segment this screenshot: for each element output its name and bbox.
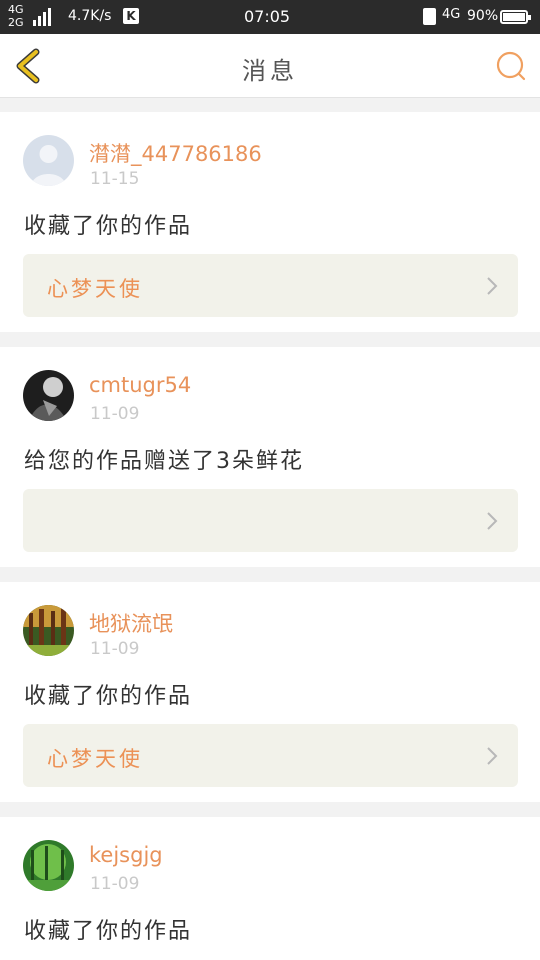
date: 11-15 xyxy=(90,169,140,189)
chevron-right-icon xyxy=(487,277,498,295)
username[interactable]: kejsgjg xyxy=(89,843,163,867)
notification-card: 潸潸_447786186 11-15 收藏了你的作品 心梦天使 xyxy=(0,112,540,332)
message-text: 收藏了你的作品 xyxy=(24,684,193,709)
username[interactable]: 地狱流氓 xyxy=(89,608,173,638)
notification-card: kejsgjg 11-09 收藏了你的作品 xyxy=(0,817,540,960)
network-indicator: 4G 2G xyxy=(8,3,24,29)
search-button[interactable] xyxy=(494,49,528,83)
avatar[interactable] xyxy=(23,605,74,656)
work-title: 心梦天使 xyxy=(47,747,143,771)
date: 11-09 xyxy=(90,874,140,894)
username[interactable]: cmtugr54 xyxy=(89,373,191,397)
date: 11-09 xyxy=(90,639,140,659)
net-type: 4G xyxy=(442,7,461,22)
network-speed: 4.7K/s xyxy=(68,8,112,24)
avatar[interactable] xyxy=(23,840,74,891)
work-link[interactable] xyxy=(23,489,518,552)
clock: 07:05 xyxy=(244,7,291,26)
avatar[interactable] xyxy=(23,135,74,186)
message-text: 收藏了你的作品 xyxy=(24,214,193,239)
charging-icon xyxy=(423,8,436,25)
page-title: 消息 xyxy=(242,57,298,85)
message-text: 给您的作品赠送了3朵鲜花 xyxy=(24,449,304,474)
battery-percent: 90% xyxy=(467,8,499,24)
username[interactable]: 潸潸_447786186 xyxy=(89,138,262,168)
notification-card: cmtugr54 11-09 给您的作品赠送了3朵鲜花 xyxy=(0,347,540,567)
notification-card: 地狱流氓 11-09 收藏了你的作品 心梦天使 xyxy=(0,582,540,802)
nav-header: 消息 xyxy=(0,34,540,98)
signal-icon xyxy=(33,4,57,26)
search-icon xyxy=(496,51,526,81)
avatar[interactable] xyxy=(23,370,74,421)
status-bar: 4G 2G 4.7K/s K 07:05 4G 90% xyxy=(0,0,540,34)
work-title: 心梦天使 xyxy=(47,277,143,301)
chevron-right-icon xyxy=(487,747,498,765)
work-link[interactable]: 心梦天使 xyxy=(23,254,518,317)
battery-icon xyxy=(500,10,531,24)
message-text: 收藏了你的作品 xyxy=(24,919,193,944)
chevron-right-icon xyxy=(487,512,498,530)
date: 11-09 xyxy=(90,404,140,424)
work-link[interactable]: 心梦天使 xyxy=(23,724,518,787)
k-badge-icon: K xyxy=(123,8,139,24)
